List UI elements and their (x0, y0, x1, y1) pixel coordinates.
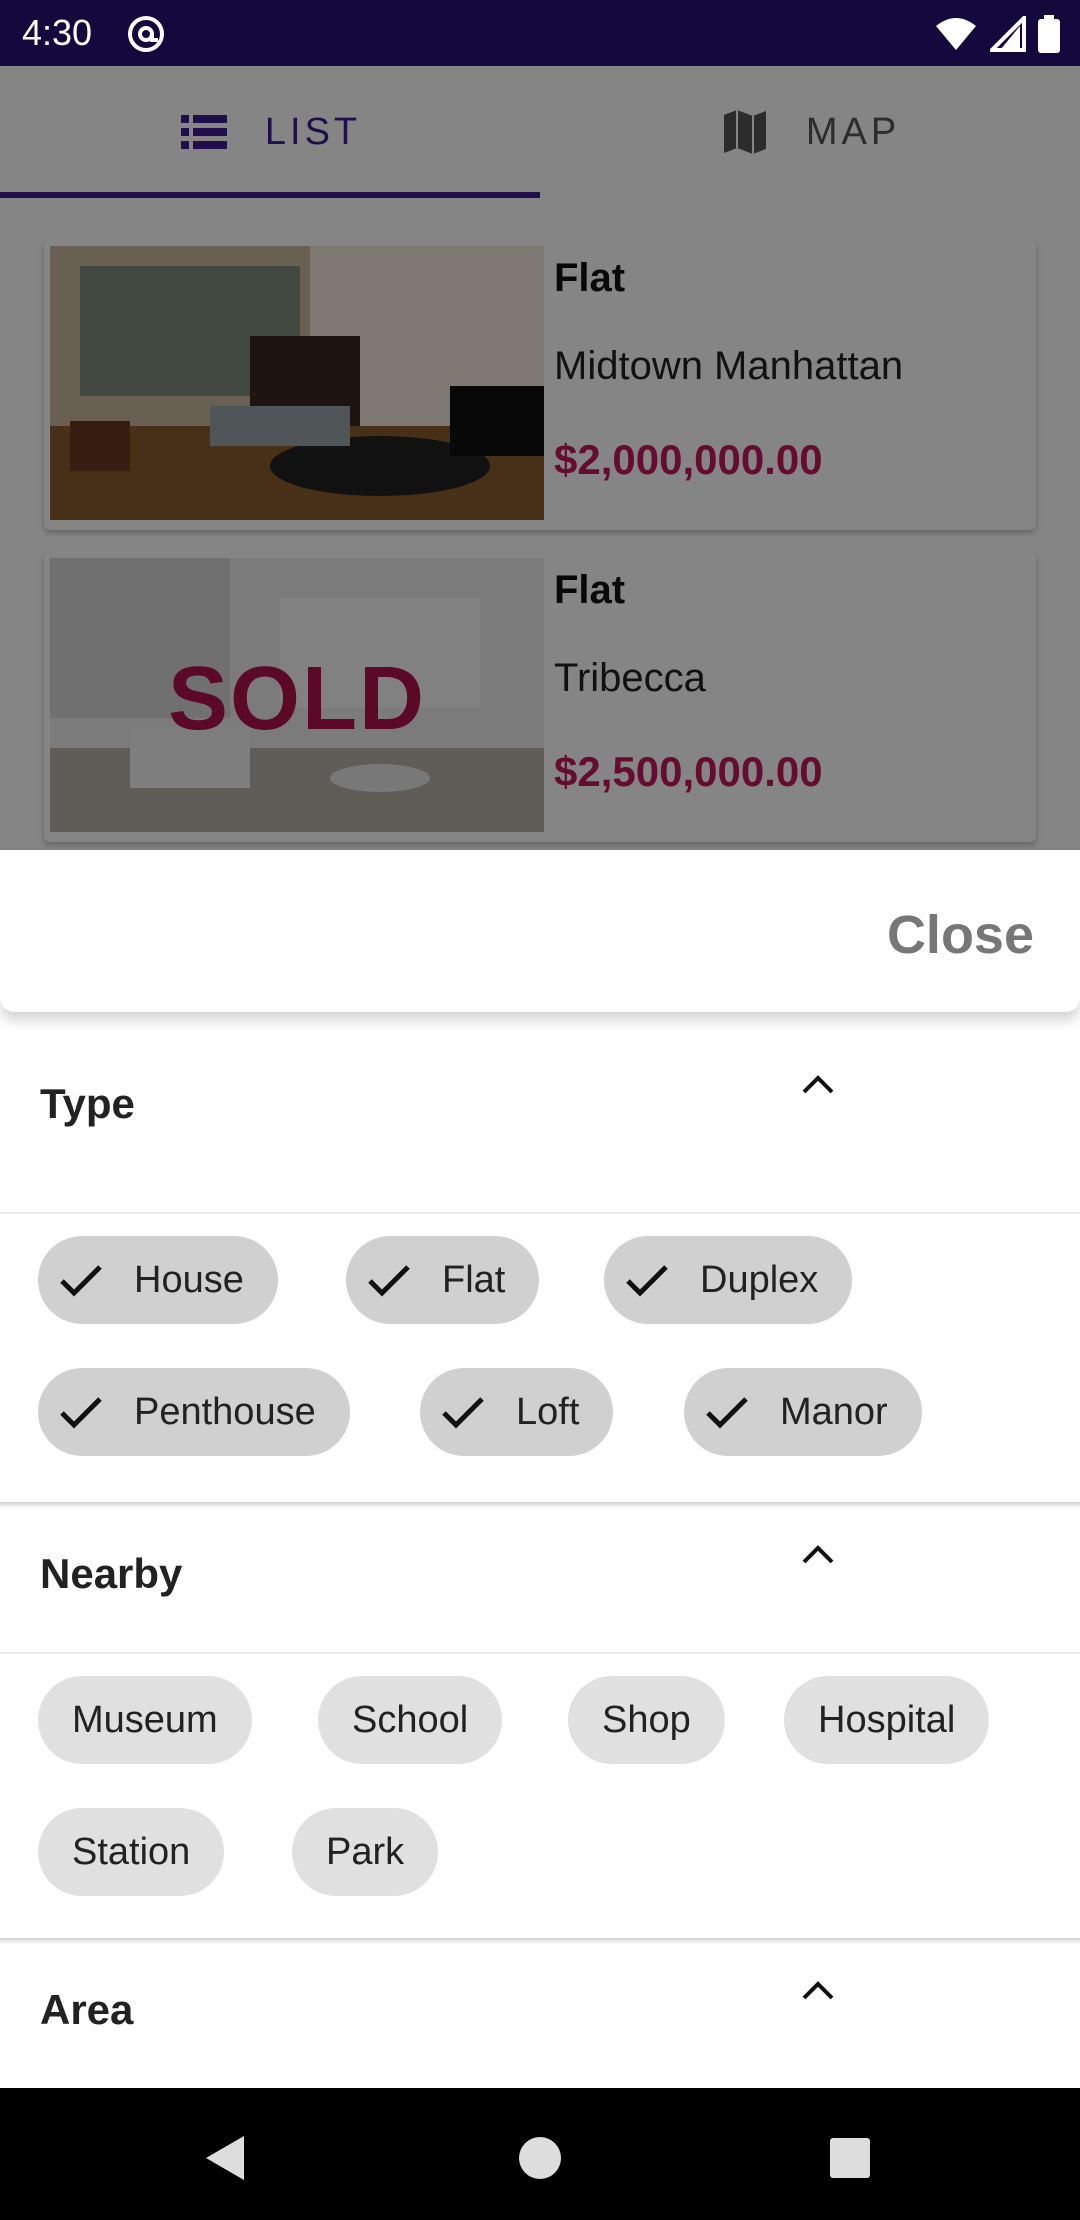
chip-label: Station (72, 1830, 191, 1873)
close-button[interactable]: Close (887, 904, 1034, 966)
chip-label: School (352, 1698, 469, 1741)
recents-icon[interactable] (820, 2128, 880, 2188)
divider (0, 1212, 1080, 1214)
chip-label: Park (326, 1830, 405, 1873)
filter-section-type: Type House Flat Duplex Penthouse Loft Ma… (0, 1012, 1080, 1502)
cell-signal-icon (990, 16, 1026, 52)
check-icon (706, 1397, 748, 1429)
navigation-bar (0, 2088, 1080, 2220)
chip-flat[interactable]: Flat (346, 1236, 540, 1324)
chip-label: Loft (516, 1390, 580, 1433)
chip-label: Duplex (700, 1258, 819, 1301)
chip-manor[interactable]: Manor (684, 1368, 922, 1456)
chip-loft[interactable]: Loft (420, 1368, 614, 1456)
chip-station[interactable]: Station (38, 1808, 225, 1896)
filter-section-nearby: Nearby Museum School Shop Hospital Stati… (0, 1508, 1080, 1938)
filter-sheet-header: Close (0, 850, 1080, 1012)
chip-label: Shop (602, 1698, 691, 1741)
status-time: 4:30 (22, 12, 93, 53)
chip-label: Museum (72, 1698, 218, 1741)
section-title: Area (40, 1986, 134, 2033)
chip-penthouse[interactable]: Penthouse (38, 1368, 350, 1456)
back-icon[interactable] (196, 2128, 256, 2188)
chevron-up-icon[interactable] (800, 1072, 836, 1096)
chip-label: Hospital (818, 1698, 956, 1741)
modal-scrim[interactable] (0, 66, 1080, 850)
chip-house[interactable]: House (38, 1236, 278, 1324)
chip-duplex[interactable]: Duplex (604, 1236, 853, 1324)
chip-label: House (134, 1258, 244, 1301)
check-icon (60, 1265, 102, 1297)
filter-section-area: Area (0, 1944, 1080, 2088)
divider (0, 1652, 1080, 1654)
wifi-icon (936, 18, 976, 50)
chip-hospital[interactable]: Hospital (784, 1676, 990, 1764)
at-sign-icon (128, 16, 164, 52)
check-icon (60, 1397, 102, 1429)
battery-icon (1038, 15, 1060, 53)
section-title: Nearby (40, 1550, 183, 1597)
chip-park[interactable]: Park (292, 1808, 439, 1896)
chip-shop[interactable]: Shop (568, 1676, 725, 1764)
section-title: Type (40, 1080, 135, 1127)
home-icon[interactable] (510, 2128, 570, 2188)
status-bar: 4:30 (0, 0, 1080, 66)
chip-museum[interactable]: Museum (38, 1676, 252, 1764)
chip-label: Manor (780, 1390, 888, 1433)
check-icon (442, 1397, 484, 1429)
check-icon (368, 1265, 410, 1297)
chevron-up-icon[interactable] (800, 1542, 836, 1566)
chip-label: Penthouse (134, 1390, 316, 1433)
chip-school[interactable]: School (318, 1676, 503, 1764)
chevron-up-icon[interactable] (800, 1978, 836, 2002)
chip-label: Flat (442, 1258, 506, 1301)
check-icon (626, 1265, 668, 1297)
